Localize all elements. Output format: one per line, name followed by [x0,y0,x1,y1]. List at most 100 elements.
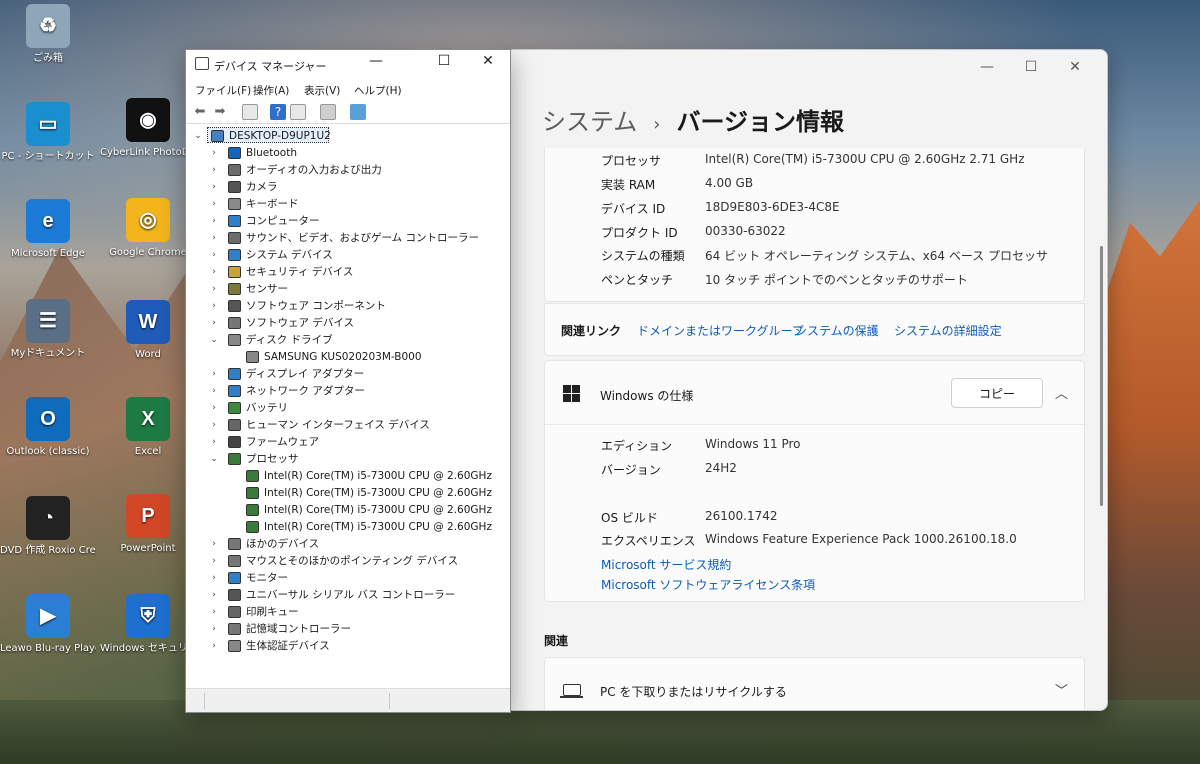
chevron-down-icon[interactable]: ﹀ [1055,680,1068,699]
tree-root-label: DESKTOP-D9UP1U2 [229,129,331,142]
roxio-icon: ◔ [26,496,70,540]
minimize-button[interactable]: — [354,53,398,69]
maximize-button[interactable]: ☐ [422,53,466,69]
close-button[interactable]: ✕ [466,53,510,69]
tree-item-label: ディスク ドライブ [246,334,333,346]
spec-key: プロセッサ [601,154,662,168]
menu-file[interactable]: ファイル(F) [195,83,251,98]
device-manager-window: デバイス マネージャー — ☐ ✕ ファイル(F) 操作(A) 表示(V) ヘル… [185,49,511,713]
status-divider [389,693,390,709]
tree-item-label: ほかのデバイス [246,538,320,550]
windows-spec-header[interactable]: Windows の仕様 コピー ︿ [545,361,1084,425]
chevron-right-icon[interactable]: › [209,607,219,617]
desktop-icon[interactable]: ◎ Google Chrome [100,198,196,259]
chevron-right-icon[interactable]: › [209,641,219,651]
maximize-button[interactable]: ☐ [1009,56,1053,78]
device-category-icon [228,401,241,414]
spec-value: Windows 11 Pro [705,437,801,451]
tree-item-label: ディスプレイ アダプター [246,368,365,380]
device-tree: ⌄ DESKTOP-D9UP1U2 › Bluetooth › オーディオの入力および… [187,126,509,688]
back-icon[interactable]: ⬅ [192,104,208,120]
chevron-right-icon[interactable]: › [209,318,219,328]
chevron-right-icon[interactable]: › [209,590,219,600]
tree-item-label: ヒューマン インターフェイス デバイス [246,419,430,431]
desktop-icon-label: Myドキュメント [10,348,86,359]
spec-value: 00330-63022 [705,224,786,238]
chevron-down-icon[interactable]: ⌄ [193,131,203,141]
chevron-right-icon[interactable]: › [209,386,219,396]
properties-pane-icon[interactable] [242,104,258,120]
link-domain-workgroup[interactable]: ドメインまたはワークグループ [637,322,804,339]
chevron-right-icon[interactable]: › [209,233,219,243]
scan-hardware-icon[interactable] [320,104,336,120]
chevron-right-icon[interactable]: › [209,403,219,413]
menu-help[interactable]: ヘルプ(H) [354,83,402,98]
chevron-right-icon[interactable]: › [209,624,219,634]
link-advanced-system-settings[interactable]: システムの詳細設定 [894,322,1002,339]
chevron-right-icon[interactable]: › [209,420,219,430]
desktop-icon[interactable]: ☰ Myドキュメント [0,299,96,360]
chevron-right-icon[interactable]: › [209,216,219,226]
desktop-icon[interactable]: O Outlook (classic) [0,397,96,458]
monitor-icon[interactable] [350,104,366,120]
menu-action[interactable]: 操作(A) [253,83,289,98]
spec-value: 24H2 [705,461,737,475]
spec-key: バージョン [601,463,661,477]
minimize-button[interactable]: — [965,56,1009,78]
desktop-icon[interactable]: ▭ PC - ショートカット [0,102,96,163]
desktop-icon-label: ごみ箱 [33,53,63,64]
chevron-right-icon[interactable]: › [209,539,219,549]
chevron-right-icon[interactable]: › [209,148,219,158]
desktop-icon[interactable]: ▶ Leawo Blu-ray Player [0,594,96,655]
device-category-icon [228,316,241,329]
spec-key: ペンとタッチ [601,273,674,287]
link-system-protection[interactable]: システムの保護 [795,322,879,339]
desktop-icon-label: CyberLink PhotoDirector 3 [100,147,196,158]
chevron-right-icon[interactable]: › [209,182,219,192]
recycle-pc-row[interactable]: PC を下取りまたはリサイクルする ﹀ [544,657,1085,710]
close-button[interactable]: ✕ [1053,56,1097,78]
related-links-card: 関連リンク ドメインまたはワークグループ システムの保護 システムの詳細設定 [544,303,1085,356]
update-view-icon[interactable] [290,104,306,120]
chevron-right-icon[interactable]: › [209,369,219,379]
chevron-right-icon[interactable]: › [209,284,219,294]
spec-key: エクスペリエンス [601,534,696,548]
status-bar [186,688,510,712]
chevron-up-icon[interactable]: ︿ [1055,383,1068,402]
device-manager-titlebar[interactable]: デバイス マネージャー — ☐ ✕ [186,50,510,78]
chevron-right-icon[interactable]: › [209,437,219,447]
chevron-right-icon[interactable]: › [209,573,219,583]
chevron-right-icon[interactable]: › [209,301,219,311]
device-category-icon [228,418,241,431]
menu-view[interactable]: 表示(V) [304,83,340,98]
chevron-down-icon[interactable]: ⌄ [209,335,219,345]
chevron-right-icon[interactable]: › [209,165,219,175]
desktop-icon[interactable]: ◔ DVD 作成 Roxio Creator Home [0,496,96,557]
breadcrumb-parent[interactable]: システム [542,102,637,137]
tree-item-label: セキュリティ デバイス [246,266,354,278]
recycle-bin-icon: ♻ [26,4,70,48]
chevron-right-icon[interactable]: › [209,250,219,260]
link-microsoft-software-license[interactable]: Microsoft ソフトウェアライセンス条項 [601,576,815,593]
desktop-icon[interactable]: X Excel [100,397,196,458]
desktop-icon[interactable]: W Word [100,300,196,361]
chevron-right-icon[interactable]: › [209,556,219,566]
laptop-icon [560,684,583,698]
chevron-right-icon[interactable]: › [209,199,219,209]
desktop-icon[interactable]: ⛨ Windows セキュリティ [100,594,196,655]
device-category-icon [228,588,241,601]
desktop-icon[interactable]: P PowerPoint [100,494,196,555]
forward-icon[interactable]: ➡ [212,104,228,120]
chevron-right-icon[interactable]: › [209,267,219,277]
chevron-down-icon[interactable]: ⌄ [209,454,219,464]
link-microsoft-service-agreement[interactable]: Microsoft サービス規約 [601,556,731,573]
help-icon[interactable]: ? [270,104,286,120]
device-category-icon [228,197,241,210]
desktop-icon[interactable]: ♻ ごみ箱 [0,4,96,65]
scrollbar[interactable] [1100,246,1103,506]
copy-button[interactable]: コピー [951,378,1043,408]
tree-item-label: ソフトウェア コンポーネント [246,300,386,312]
desktop-icon[interactable]: ◉ CyberLink PhotoDirector 3 [100,98,196,159]
desktop-icon[interactable]: e Microsoft Edge [0,199,96,260]
spec-value: 64 ビット オペレーティング システム、x64 ベース プロセッサ [705,249,1049,263]
